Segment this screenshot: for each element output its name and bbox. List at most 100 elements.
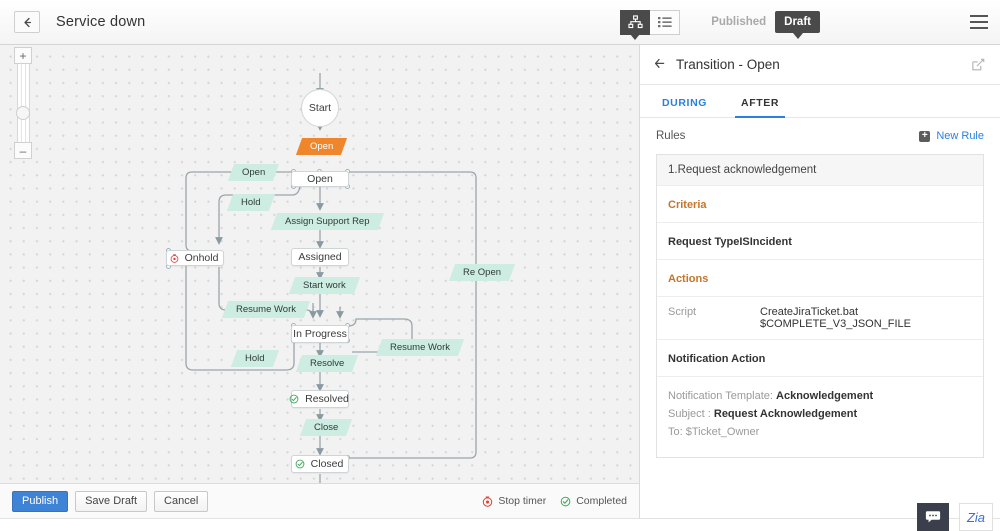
rule-card[interactable]: 1.Request acknowledgement Criteria Reque…: [656, 154, 984, 458]
panel-header: Transition - Open: [640, 45, 1000, 85]
criteria-field: Request Type: [668, 236, 740, 248]
notification-to-value: $Ticket_Owner: [685, 426, 760, 438]
stop-timer-icon: [170, 253, 179, 263]
new-rule-button[interactable]: + New Rule: [919, 130, 984, 142]
draft-toggle[interactable]: Draft: [775, 11, 820, 39]
back-button[interactable]: [14, 11, 40, 33]
completed-icon: [295, 459, 305, 469]
node-in-progress[interactable]: In Progress: [291, 325, 349, 343]
node-start[interactable]: Start: [301, 89, 339, 127]
transition-label: Assign Support Rep: [285, 216, 370, 227]
plus-square-icon: +: [919, 130, 931, 142]
panel-tabs: DURING AFTER: [640, 85, 1000, 118]
top-bar-right: Published Draft: [620, 0, 1000, 44]
zoom-slider-rail: [20, 64, 26, 142]
zoom-out-button[interactable]: –: [14, 142, 32, 159]
tab-after[interactable]: AFTER: [735, 97, 786, 118]
hamburger-menu-icon[interactable]: [970, 15, 988, 29]
node-label: Assigned: [298, 251, 342, 263]
transition-label: Resolve: [310, 358, 345, 369]
sitemap-icon: [628, 15, 643, 29]
node-onhold[interactable]: Onhold: [166, 250, 224, 266]
notification-subject-key: Subject :: [668, 408, 711, 420]
node-closed[interactable]: Closed: [291, 455, 349, 473]
panel-back-button[interactable]: [654, 58, 666, 71]
transition-detail-panel: Transition - Open DURING AFTER Rules + N…: [639, 45, 1000, 518]
zia-label: Zia: [966, 509, 986, 525]
transition-label: Re Open: [463, 267, 502, 278]
transition-hold-mid[interactable]: Hold: [230, 350, 279, 367]
actions-section-label: Actions: [657, 260, 983, 297]
workflow-canvas[interactable]: + – Start Open Open Open Hold Assign Sup…: [0, 45, 639, 483]
criteria-label: Criteria: [668, 199, 707, 211]
notification-to-line: To: $Ticket_Owner: [668, 423, 972, 441]
chat-bubble-icon: [925, 511, 941, 523]
arrow-left-icon: [654, 58, 665, 68]
panel-title: Transition - Open: [676, 57, 780, 72]
transition-open-entry[interactable]: Open: [295, 138, 348, 155]
notification-template-key: Notification Template:: [668, 390, 773, 402]
transition-re-open[interactable]: Re Open: [448, 264, 516, 281]
view-toggle-group: [620, 9, 681, 40]
canvas-bottom-bar: Publish Save Draft Cancel Stop timer Com…: [0, 483, 639, 518]
node-label: Open: [307, 173, 333, 185]
transition-label: Open: [242, 167, 266, 178]
node-label: Closed: [310, 458, 344, 470]
publish-button[interactable]: Publish: [12, 490, 69, 512]
criteria-section-label: Criteria: [657, 186, 983, 223]
edit-square-icon[interactable]: [971, 57, 986, 72]
top-bar: Service down Published Draft: [0, 0, 1000, 45]
rules-header: Rules + New Rule: [640, 118, 1000, 154]
transition-label: Hold: [245, 353, 265, 364]
list-icon: [657, 17, 672, 28]
chat-button[interactable]: [917, 503, 949, 531]
transition-resolve[interactable]: Resolve: [295, 355, 359, 372]
transition-resume-work-left[interactable]: Resume Work: [221, 301, 311, 318]
script-action-row: Script CreateJiraTicket.bat $COMPLETE_V3…: [657, 297, 983, 340]
zia-button[interactable]: Zia: [959, 503, 993, 531]
transition-label: Resume Work: [390, 342, 451, 353]
zoom-in-button[interactable]: +: [14, 47, 32, 64]
zoom-slider-control[interactable]: + –: [14, 47, 32, 159]
transition-start-work[interactable]: Start work: [288, 277, 360, 294]
zoom-slider-handle[interactable]: [16, 106, 30, 120]
criteria-row: Request TypeISIncident: [657, 223, 983, 260]
transition-label: Resume Work: [236, 304, 297, 315]
script-key: Script: [668, 306, 697, 318]
notification-action-header: Notification Action: [657, 340, 983, 377]
published-toggle[interactable]: Published: [702, 11, 775, 33]
state-toggle-group: Published Draft: [702, 11, 820, 39]
stop-timer-icon: [482, 496, 493, 507]
node-resolved[interactable]: Resolved: [289, 390, 349, 408]
node-open[interactable]: Open: [291, 171, 349, 187]
canvas-legend: Stop timer Completed: [482, 495, 627, 507]
node-assigned[interactable]: Assigned: [291, 248, 349, 266]
new-rule-label: New Rule: [936, 130, 984, 142]
transition-hold-top[interactable]: Hold: [226, 194, 275, 211]
tab-during[interactable]: DURING: [656, 97, 713, 117]
cancel-button[interactable]: Cancel: [154, 490, 209, 512]
transition-label: Close: [314, 422, 339, 433]
transition-assign-support-rep[interactable]: Assign Support Rep: [270, 213, 384, 230]
rule-name: 1.Request acknowledgement: [657, 155, 983, 186]
transition-open-loop[interactable]: Open: [227, 164, 280, 181]
notification-template-line: Notification Template: Acknowledgement: [668, 387, 972, 405]
canvas-inner: + – Start Open Open Open Hold Assign Sup…: [0, 45, 639, 483]
save-draft-button[interactable]: Save Draft: [75, 490, 148, 512]
diagram-view-button[interactable]: [620, 9, 651, 40]
transition-close[interactable]: Close: [299, 419, 353, 436]
zoom-slider-track[interactable]: [16, 64, 30, 142]
node-label: In Progress: [293, 328, 347, 340]
arrow-left-icon: [23, 17, 31, 27]
legend-completed: Completed: [560, 495, 627, 507]
notification-action-label: Notification Action: [668, 353, 766, 365]
notification-subject-line: Subject : Request Acknowledgement: [668, 405, 972, 423]
list-view-button[interactable]: [650, 9, 681, 35]
workflow-builder-app: Service down Published Draft + – Start O…: [0, 0, 1000, 531]
transition-resume-work-right[interactable]: Resume Work: [375, 339, 465, 356]
transition-label: Hold: [241, 197, 261, 208]
notification-action-body: Notification Template: Acknowledgement S…: [657, 377, 983, 457]
legend-label: Completed: [576, 495, 627, 507]
notification-subject-value: Request Acknowledgement: [713, 408, 858, 420]
actions-label: Actions: [668, 273, 709, 285]
